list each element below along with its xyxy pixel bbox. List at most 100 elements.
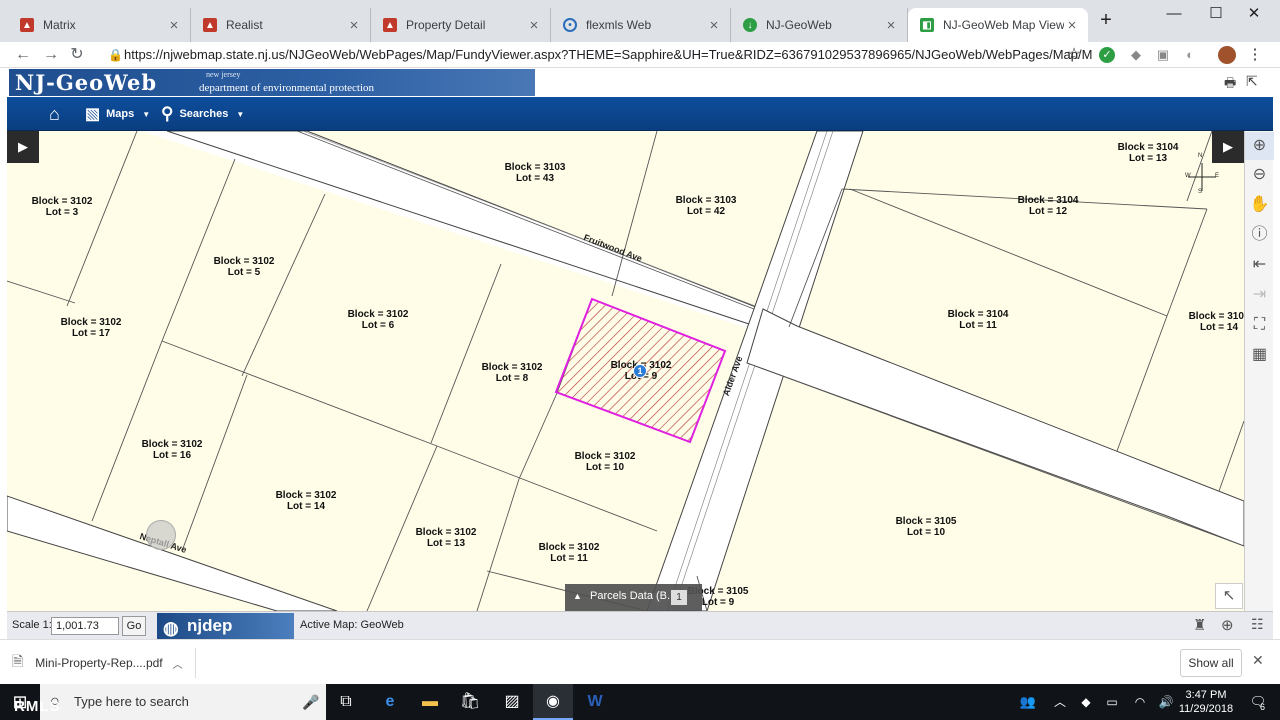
parcel-label[interactable]: Block = 3102 Lot = 14 xyxy=(276,490,337,512)
parcels-data-panel[interactable]: ▲ Parcels Data (B... 1 xyxy=(565,584,702,611)
tab-nj-geoweb-map-viewer[interactable]: ◧ NJ-GeoWeb Map Viewer × xyxy=(908,8,1088,42)
photos-icon[interactable]: ▨ xyxy=(492,684,532,720)
show-all-button[interactable]: Show all xyxy=(1180,649,1242,677)
parcel-label[interactable]: Block = 3104 Lot = 14 xyxy=(1189,311,1244,333)
parcel-label[interactable]: Block = 3104 Lot = 13 xyxy=(1118,142,1179,164)
close-icon[interactable]: × xyxy=(1064,17,1080,34)
zoom-out-icon[interactable]: ⊖ xyxy=(1245,161,1274,189)
url-field[interactable]: 🔒 https://njwebmap.state.nj.us/NJGeoWeb/… xyxy=(100,44,1092,66)
info-icon[interactable]: ⓘ xyxy=(1245,221,1274,249)
new-tab-button[interactable]: + xyxy=(1088,10,1124,30)
taskbar-search-box[interactable]: ○ Type here to search 🎤 xyxy=(40,684,326,720)
previous-extent-icon[interactable]: ⇤ xyxy=(1245,251,1274,279)
extension-icon[interactable]: ▣ xyxy=(1153,45,1173,65)
tab-nj-geoweb[interactable]: ↓ NJ-GeoWeb × xyxy=(731,8,908,42)
search-placeholder: Type here to search xyxy=(74,694,189,709)
maps-menu[interactable]: ▧ Maps ▼ xyxy=(85,97,150,131)
close-icon[interactable]: × xyxy=(346,17,362,34)
tab-matrix[interactable]: ▲ Matrix × xyxy=(8,8,191,42)
reload-icon[interactable]: ↻ xyxy=(66,44,88,66)
tab-title: Property Detail xyxy=(406,18,486,32)
legend-icon[interactable]: ☷ xyxy=(1251,616,1264,633)
close-icon[interactable]: × xyxy=(166,17,182,34)
parcel-block: Block = 3102 xyxy=(141,439,203,450)
chrome-icon[interactable]: ◉ xyxy=(533,684,573,720)
task-view-icon[interactable]: ⧉ xyxy=(326,684,366,720)
back-icon[interactable]: ← xyxy=(12,44,34,66)
pan-hand-icon[interactable]: ✋ xyxy=(1245,191,1274,219)
tab-property-detail[interactable]: ▲ Property Detail × xyxy=(371,8,551,42)
close-icon[interactable]: × xyxy=(883,17,899,34)
parcel-label[interactable]: Block = 3102 Lot = 11 xyxy=(539,542,600,564)
next-extent-icon[interactable]: ⇥ xyxy=(1245,281,1274,309)
map-canvas[interactable]: Block = 3102 Lot = 3 Block = 3102 Lot = 5 … xyxy=(7,131,1244,611)
tab-flexmls[interactable]: • flexmls Web × xyxy=(551,8,731,42)
logo-subtitle-top: new jersey xyxy=(206,70,241,79)
street-view-icon[interactable]: ♜ xyxy=(1193,616,1206,634)
download-item[interactable]: 🗎 Mini-Property-Rep....pdf ︿ xyxy=(12,648,196,678)
parcel-label[interactable]: Block = 3102 Lot = 10 xyxy=(575,451,636,473)
microphone-icon[interactable]: 🎤 xyxy=(302,684,319,720)
close-window-button[interactable]: ✕ xyxy=(1236,4,1272,24)
scale-input[interactable]: 1,001.73 xyxy=(51,617,119,635)
close-icon[interactable]: × xyxy=(526,17,542,34)
expand-left-panel-button[interactable]: ▶ xyxy=(7,131,39,163)
extension-dropbox-icon[interactable]: ◆ xyxy=(1126,45,1146,65)
close-icon[interactable]: ✕ xyxy=(1252,652,1264,669)
taskbar-clock[interactable]: 3:47 PM 11/29/2018 xyxy=(1176,688,1236,716)
parcel-label[interactable]: Block = 3102 Lot = 8 xyxy=(482,362,543,384)
parcel-label[interactable]: Block = 3104 Lot = 12 xyxy=(1018,195,1079,217)
parcel-block: Block = 3103 xyxy=(675,195,737,206)
parcel-label[interactable]: Block = 3102 Lot = 17 xyxy=(61,317,122,339)
parcel-label[interactable]: Block = 3102 Lot = 3 xyxy=(32,196,93,218)
searches-menu[interactable]: ⚲ Searches ▼ xyxy=(161,97,244,131)
globe-icon[interactable]: ⊕ xyxy=(1221,616,1234,634)
location-marker[interactable]: 1 xyxy=(633,364,647,378)
binoculars-icon[interactable]: ⛶ xyxy=(1245,311,1274,339)
browser-tab-strip: ▲ Matrix × ▲ Realist × ▲ Property Detail… xyxy=(0,0,1280,42)
store-icon[interactable]: 🛍 xyxy=(450,684,490,720)
parcel-label[interactable]: Block = 3102 Lot = 16 xyxy=(142,439,203,461)
parcel-lot: Lot = 13 xyxy=(1128,153,1168,164)
matrix-icon: ▲ xyxy=(20,18,34,32)
njdep-logo: ◍ njdep xyxy=(157,613,294,639)
parcel-block: Block = 3104 xyxy=(1188,311,1244,322)
expand-icon[interactable]: ↖ xyxy=(1215,583,1243,609)
zoom-in-icon[interactable]: ⊕ xyxy=(1245,132,1274,160)
parcel-lot: Lot = 14 xyxy=(286,501,326,512)
export-icon[interactable]: ⇱ xyxy=(1246,73,1258,90)
tab-title: Matrix xyxy=(43,18,76,32)
maximize-button[interactable]: ☐ xyxy=(1198,4,1234,24)
bookmark-star-icon[interactable]: ☆ xyxy=(1064,45,1084,65)
menu-kebab-icon[interactable]: ⋮ xyxy=(1245,45,1265,65)
close-icon[interactable]: × xyxy=(706,17,722,34)
go-button[interactable]: Go xyxy=(122,616,146,636)
tab-realist[interactable]: ▲ Realist × xyxy=(191,8,371,42)
parcel-label[interactable]: Block = 3102 Lot = 6 xyxy=(348,309,409,331)
pan-navigator-icon[interactable] xyxy=(146,520,176,550)
parcel-label[interactable]: Block = 3103 Lot = 42 xyxy=(676,195,737,217)
parcel-label[interactable]: Block = 3103 Lot = 43 xyxy=(505,162,566,184)
home-button[interactable]: ⌂ xyxy=(49,97,66,131)
parcel-label[interactable]: Block = 3102 Lot = 13 xyxy=(416,527,477,549)
expand-right-panel-button[interactable]: ▶ xyxy=(1212,131,1244,163)
notifications-icon[interactable]: 🗨 xyxy=(1238,684,1278,720)
grid-icon[interactable]: ▦ xyxy=(1245,341,1274,369)
realist-icon: ▲ xyxy=(203,18,217,32)
parcel-label[interactable]: Block = 3105 Lot = 10 xyxy=(896,516,957,538)
edge-icon[interactable]: e xyxy=(370,684,410,720)
address-bar: ← → ↻ 🔒 https://njwebmap.state.nj.us/NJG… xyxy=(0,42,1280,68)
minimize-button[interactable]: — xyxy=(1156,4,1192,24)
parcel-label[interactable]: Block = 3102 Lot = 5 xyxy=(214,256,275,278)
avatar[interactable] xyxy=(1218,46,1236,64)
forward-icon[interactable]: → xyxy=(40,44,62,66)
print-icon[interactable]: 🖶 xyxy=(1224,74,1236,96)
extension-check-icon[interactable]: ✓ xyxy=(1099,47,1115,63)
search-icon: ⚲ xyxy=(161,104,174,123)
logo-title: NJ-GeoWeb xyxy=(15,70,158,95)
extension-circle-icon[interactable]: ◐ xyxy=(1180,45,1200,65)
word-icon[interactable]: W xyxy=(575,684,615,720)
parcel-label[interactable]: Block = 3104 Lot = 11 xyxy=(948,309,1009,331)
chevron-up-icon[interactable]: ︿ xyxy=(173,656,183,671)
file-explorer-icon[interactable]: ▬ xyxy=(410,684,450,720)
